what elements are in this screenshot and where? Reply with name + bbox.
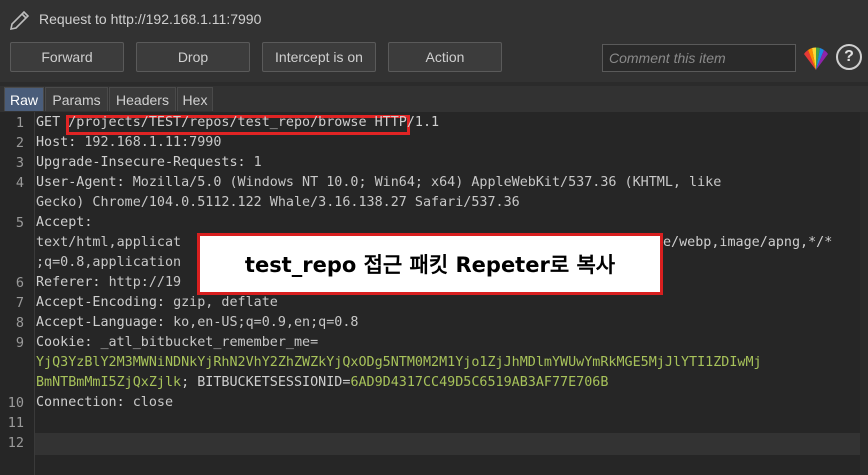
code-token: ;q=0.8,application bbox=[36, 255, 182, 270]
code-line: text/html,applicat bbox=[36, 235, 181, 250]
line-number: 1 bbox=[15, 115, 24, 131]
code-line: User-Agent: Mozilla/5.0 (Windows NT 10.0… bbox=[36, 175, 721, 190]
comment-input[interactable]: Comment this item bbox=[602, 44, 796, 72]
code-token: Connection: bbox=[36, 395, 133, 410]
code-token: Upgrade-Insecure-Requests: bbox=[36, 155, 254, 170]
tab-hex[interactable]: Hex bbox=[177, 87, 213, 111]
message-tabs: Raw Params Headers Hex bbox=[0, 86, 868, 112]
code-token: GET bbox=[36, 115, 69, 130]
code-line: BmNTBmMmI5ZjQxZjlk; BITBUCKETSESSIONID=6… bbox=[36, 375, 608, 390]
code-line: GET /projects/TEST/repos/test_repo/brows… bbox=[36, 115, 439, 130]
code-token: /projects/TEST/repos/test_repo/browse bbox=[68, 115, 367, 130]
code-token: YjQ3YzBlY2M3MWNiNDNkYjRhN2VhY2ZhZWZkYjQx… bbox=[36, 355, 762, 370]
line-number-gutter: 1 2 3 4 5 6 7 8 9 10 11 12 bbox=[0, 112, 35, 475]
line-number: 2 bbox=[15, 135, 24, 151]
code-line: Accept: bbox=[36, 215, 92, 230]
tab-params[interactable]: Params bbox=[45, 87, 108, 111]
help-icon[interactable]: ? bbox=[836, 44, 862, 70]
code-token: Accept-Language: bbox=[36, 315, 174, 330]
code-line: Accept-Language: ko,en-US;q=0.9,en;q=0.8 bbox=[36, 315, 359, 330]
code-token: 6AD9D4317CC49D5C6519AB3AF77E706B bbox=[350, 375, 609, 390]
code-token: HTTP/1.1 bbox=[366, 115, 440, 130]
code-line-tail: e/webp,image/apng,*/* bbox=[663, 235, 833, 250]
code-token: text/html,applicat bbox=[36, 235, 182, 250]
toolbar: Forward Drop Intercept is on Action Comm… bbox=[0, 38, 868, 82]
line-number: 6 bbox=[15, 275, 24, 291]
code-token: ; bbox=[181, 375, 198, 390]
code-line: Gecko) Chrome/104.0.5112.122 Whale/3.16.… bbox=[36, 195, 520, 210]
line-number: 4 bbox=[15, 175, 24, 191]
code-token: Accept-Encoding: bbox=[36, 295, 174, 310]
code-line: Host: 192.168.1.11:7990 bbox=[36, 135, 221, 150]
code-token: Host: bbox=[36, 135, 85, 150]
action-button[interactable]: Action bbox=[388, 42, 502, 72]
code-token: Referer: bbox=[36, 275, 109, 290]
code-token: BmNTBmMmI5ZjQxZjlk bbox=[36, 375, 182, 390]
tab-headers[interactable]: Headers bbox=[109, 87, 176, 111]
code-token: gzip, deflate bbox=[173, 295, 278, 310]
code-line: ;q=0.8,application bbox=[36, 255, 181, 270]
line-number: 5 bbox=[15, 215, 24, 231]
code-token: Mozilla/5.0 (Windows NT 10.0; Win64; x64… bbox=[132, 175, 722, 190]
code-token: Gecko) Chrome/104.0.5112.122 Whale/3.16.… bbox=[36, 195, 520, 210]
tab-raw[interactable]: Raw bbox=[4, 87, 44, 111]
code-token: User-Agent: bbox=[36, 175, 133, 190]
line-number: 11 bbox=[7, 415, 24, 431]
code-token: 192.168.1.11:7990 bbox=[84, 135, 222, 150]
code-token: 1 bbox=[253, 155, 262, 170]
code-token: _atl_bitbucket_remember_me= bbox=[100, 335, 319, 350]
scrollbar[interactable] bbox=[860, 112, 868, 475]
annotation-callout: test_repo 접근 패킷 Repeter로 복사 bbox=[197, 233, 663, 295]
code-token: ko,en-US;q=0.9,en;q=0.8 bbox=[173, 315, 359, 330]
intercept-toggle-button[interactable]: Intercept is on bbox=[262, 42, 376, 72]
code-line: Connection: close bbox=[36, 395, 173, 410]
code-line: Referer: http://19 bbox=[36, 275, 181, 290]
code-line: Upgrade-Insecure-Requests: 1 bbox=[36, 155, 262, 170]
line-number: 10 bbox=[7, 395, 24, 411]
line-number: 7 bbox=[15, 295, 24, 311]
code-token: close bbox=[132, 395, 174, 410]
code-line: Cookie: _atl_bitbucket_remember_me= bbox=[36, 335, 318, 350]
code-line: Accept-Encoding: gzip, deflate bbox=[36, 295, 278, 310]
highlight-color-picker-icon[interactable] bbox=[802, 46, 830, 72]
line-number: 3 bbox=[15, 155, 24, 171]
code-token: BITBUCKETSESSIONID bbox=[197, 375, 343, 390]
pencil-icon bbox=[9, 10, 30, 31]
current-line-highlight bbox=[35, 433, 868, 455]
title-bar: Request to http://192.168.1.11:7990 bbox=[0, 0, 868, 38]
code-token: http://19 bbox=[108, 275, 182, 290]
window-title: Request to http://192.168.1.11:7990 bbox=[39, 11, 262, 27]
line-number: 8 bbox=[15, 315, 24, 331]
code-token: Accept: bbox=[36, 215, 93, 230]
line-number: 9 bbox=[15, 335, 24, 351]
forward-button[interactable]: Forward bbox=[10, 42, 124, 72]
code-token: Cookie: bbox=[36, 335, 101, 350]
line-number: 12 bbox=[7, 435, 24, 451]
code-line: YjQ3YzBlY2M3MWNiNDNkYjRhN2VhY2ZhZWZkYjQx… bbox=[36, 355, 762, 370]
drop-button[interactable]: Drop bbox=[136, 42, 250, 72]
